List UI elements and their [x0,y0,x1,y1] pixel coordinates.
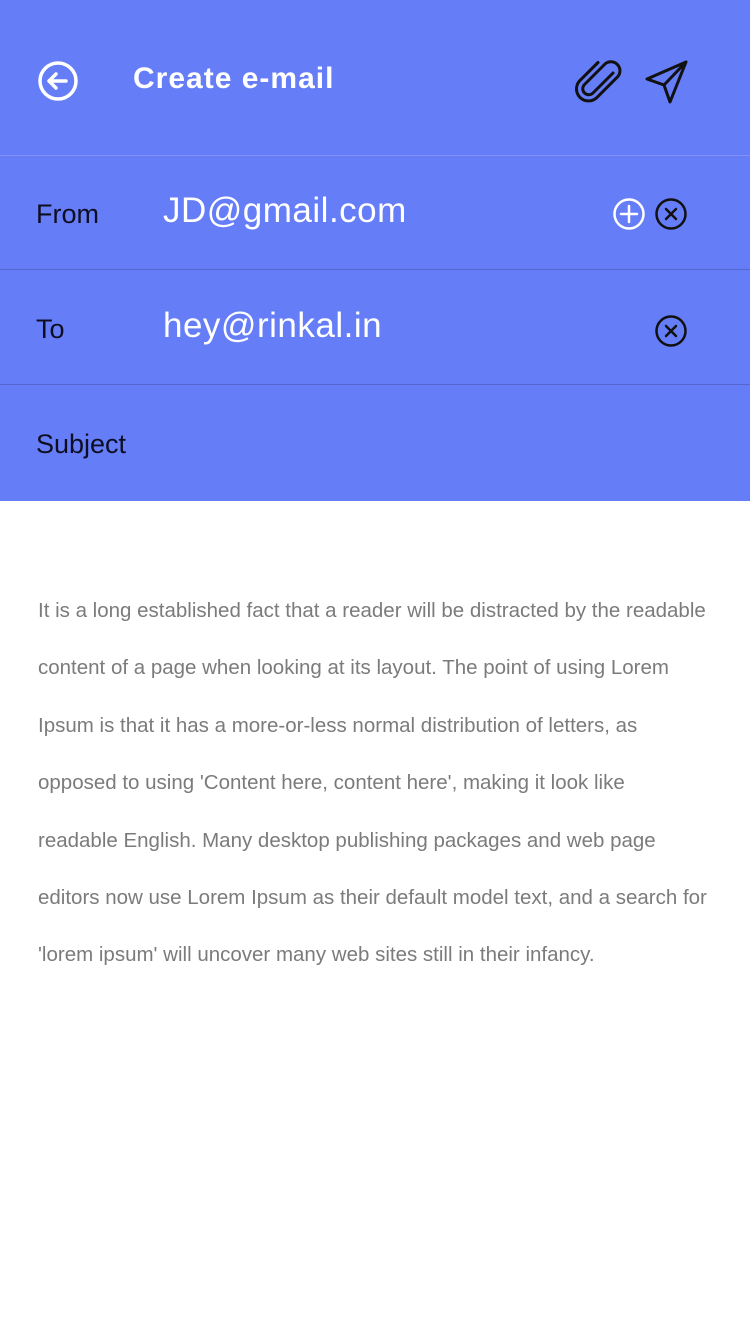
close-circle-icon [655,198,687,230]
remove-from-button[interactable] [654,197,688,231]
from-row: From JD@gmail.com [0,156,750,271]
subject-label: Subject [36,429,127,459]
back-arrow-icon [38,61,78,101]
top-bar: Create e-mail [0,0,750,155]
send-icon [645,60,688,104]
remove-to-button[interactable] [654,314,688,348]
add-from-button[interactable] [612,197,646,231]
back-button[interactable] [36,59,80,103]
send-button[interactable] [643,58,691,106]
email-body[interactable]: It is a long established fact that a rea… [38,582,708,984]
compose-header: Create e-mail From JD@gmail.com To hey@r… [0,0,750,501]
to-field[interactable]: hey@rinkal.in [163,305,382,347]
from-field[interactable]: JD@gmail.com [163,190,407,232]
from-label: From [36,199,99,229]
subject-row[interactable]: Subject [0,385,750,500]
to-row: To hey@rinkal.in [0,270,750,385]
attach-button[interactable] [572,56,624,108]
page-title: Create e-mail [133,62,335,95]
paperclip-icon [575,60,622,103]
add-circle-icon [613,198,645,230]
to-label: To [36,314,65,344]
close-circle-icon [655,315,687,347]
